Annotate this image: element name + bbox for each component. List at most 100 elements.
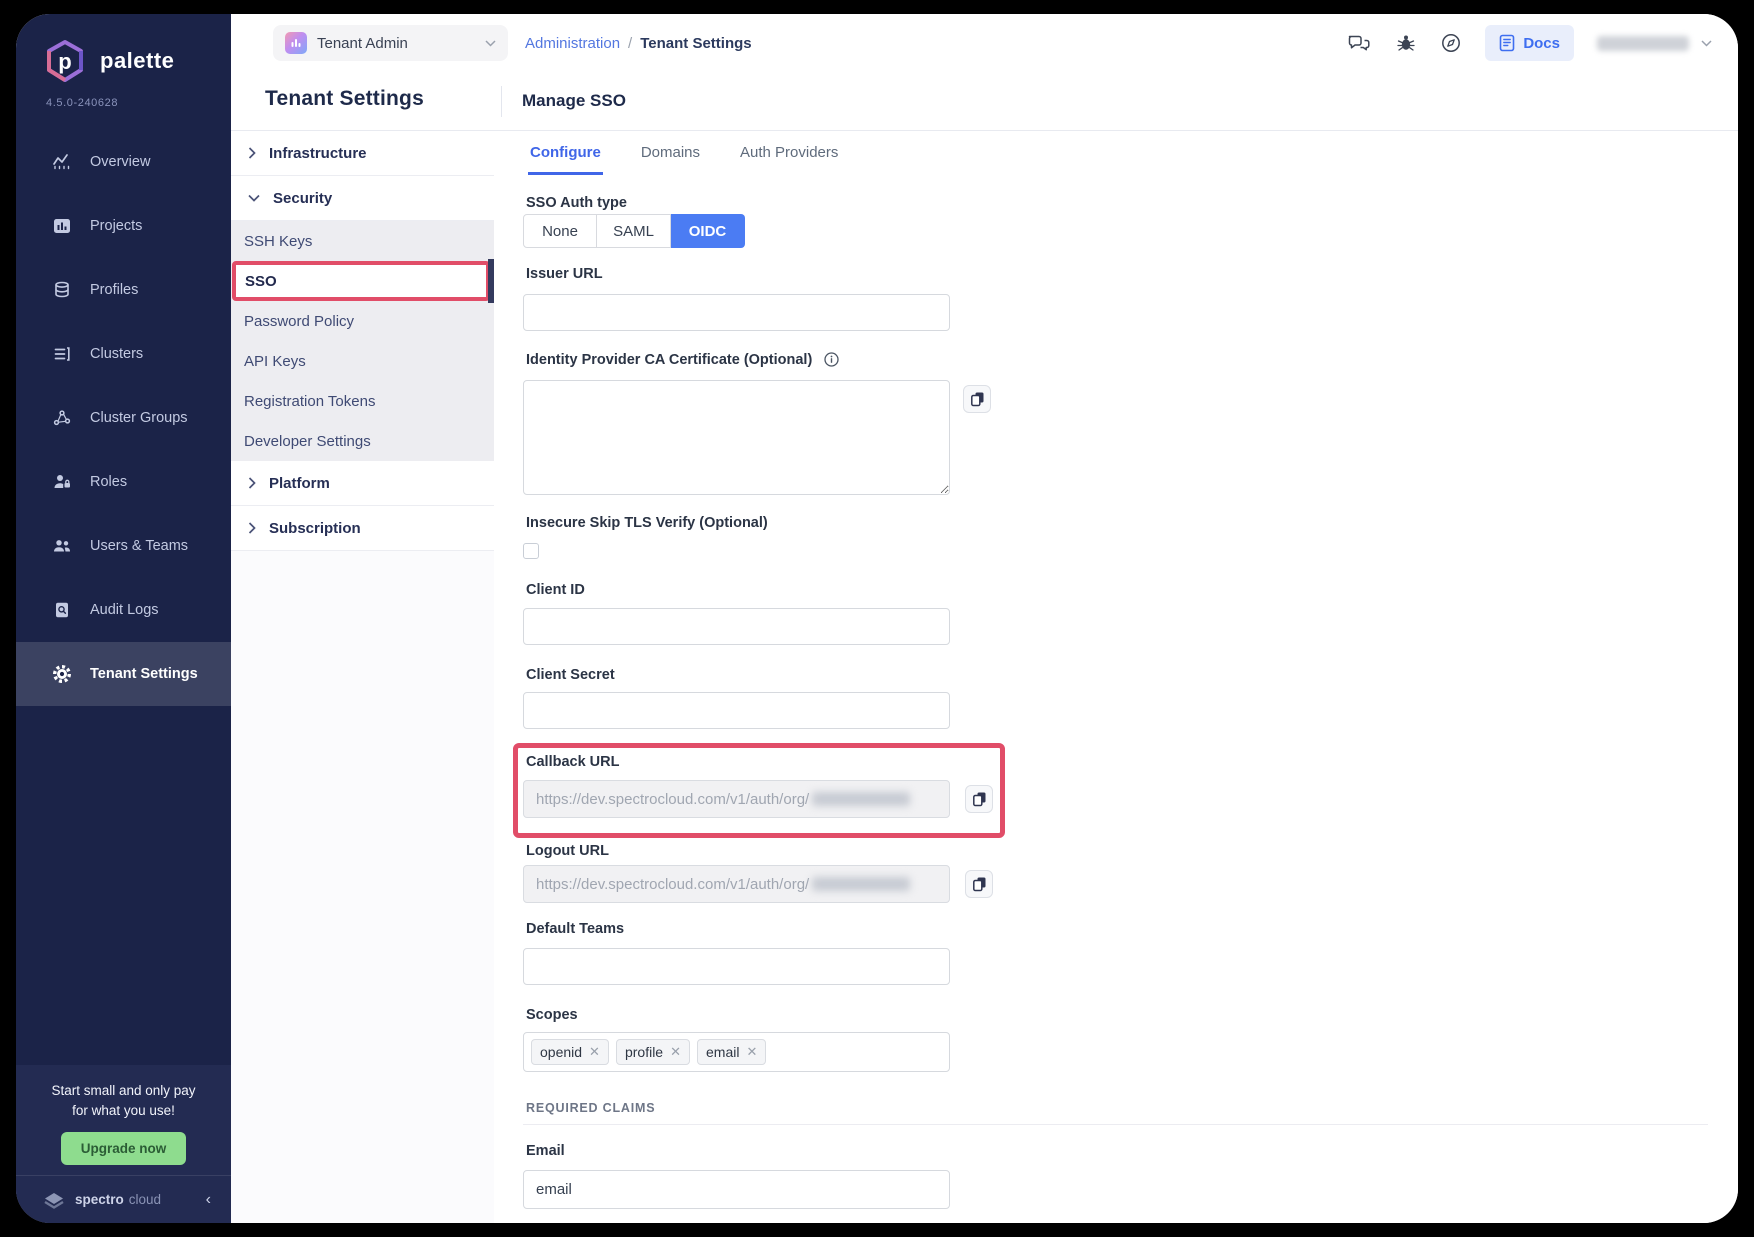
settings-group-label: Platform [269,475,330,492]
settings-item-label: Password Policy [244,313,354,330]
logout-url-label: Logout URL [526,843,609,859]
scope-tag-openid: openid✕ [531,1039,609,1065]
bar-chart-icon [52,216,72,236]
tab-domains[interactable]: Domains [639,131,702,175]
scopes-input[interactable]: openid✕ profile ✕ email✕ [523,1032,950,1072]
bug-report-icon[interactable] [1395,32,1417,54]
sidebar-item-profiles[interactable]: Profiles [16,258,231,322]
sidebar-item-cluster-groups[interactable]: Cluster Groups [16,386,231,450]
docs-button[interactable]: Docs [1485,25,1574,61]
auth-type-oidc-button[interactable]: OIDC [671,214,745,248]
chat-icon[interactable] [1348,32,1372,54]
copy-ca-certificate-button[interactable] [963,385,991,413]
topbar: Tenant Admin Administration / Tenant Set… [231,14,1738,72]
settings-item-label: Developer Settings [244,433,371,450]
scope-tag-email: email✕ [697,1039,766,1065]
scope-tag-label: profile [625,1044,663,1060]
list-icon [52,344,72,364]
settings-group-infrastructure[interactable]: Infrastructure [231,131,494,176]
line-chart-icon [52,152,72,172]
ca-certificate-textarea[interactable] [523,380,950,495]
sidebar-item-label: Profiles [90,282,138,298]
chevron-right-icon [248,477,256,489]
tab-auth-providers[interactable]: Auth Providers [738,131,840,175]
settings-item-password-policy[interactable]: Password Policy [231,301,494,341]
sidebar-item-tenant-settings[interactable]: Tenant Settings [16,642,231,706]
auth-type-none-button[interactable]: None [523,214,597,248]
logout-url-input: https://dev.spectrocloud.com/v1/auth/org… [523,865,950,903]
nodes-icon [52,408,72,428]
copy-logout-url-button[interactable] [965,870,993,898]
settings-group-label: Subscription [269,520,361,537]
client-secret-label: Client Secret [526,667,615,683]
doc-search-icon [52,600,72,620]
default-teams-input[interactable] [523,948,950,985]
settings-item-sso[interactable]: SSO [232,261,490,301]
remove-tag-icon[interactable]: ✕ [670,1044,681,1060]
scope-selector-label: Tenant Admin [317,35,408,52]
palette-logo-icon: p [42,38,88,84]
issuer-url-input[interactable] [523,294,950,331]
remove-tag-icon[interactable]: ✕ [746,1044,757,1060]
gear-icon [52,664,72,684]
settings-group-subscription[interactable]: Subscription [231,506,494,551]
sidebar-item-clusters[interactable]: Clusters [16,322,231,386]
sso-auth-type-label: SSO Auth type [526,195,627,211]
page-title: Tenant Settings [265,87,424,111]
settings-item-label: SSH Keys [244,233,312,250]
sidebar-item-users-teams[interactable]: Users & Teams [16,514,231,578]
compass-icon[interactable] [1440,32,1462,54]
client-id-input[interactable] [523,608,950,645]
manage-sso-panel: Configure Domains Auth Providers SSO Aut… [494,131,1738,1223]
email-claim-input[interactable] [523,1170,950,1209]
chevron-down-icon [248,194,260,202]
page-header: Tenant Settings Manage SSO [231,72,1738,131]
chevron-right-icon [248,522,256,534]
callback-url-placeholder: https://dev.spectrocloud.com/v1/auth/org… [536,791,809,808]
tenant-scope-icon [285,32,307,54]
sso-tabs: Configure Domains Auth Providers [528,131,840,175]
footer-brand-suffix: cloud [129,1192,161,1207]
sidebar-nav: Overview Projects Profiles Clusters Clus… [16,130,231,706]
sidebar-item-roles[interactable]: Roles [16,450,231,514]
people-icon [52,536,72,556]
settings-item-ssh-keys[interactable]: SSH Keys [231,221,494,261]
required-claims-heading: REQUIRED CLAIMS [526,1101,655,1115]
logout-url-redacted [812,877,910,891]
breadcrumb: Administration / Tenant Settings [525,35,752,52]
settings-item-developer-settings[interactable]: Developer Settings [231,421,494,461]
callback-url-input: https://dev.spectrocloud.com/v1/auth/org… [523,780,950,818]
auth-type-saml-button[interactable]: SAML [597,214,671,248]
chevron-down-icon [1701,40,1712,47]
settings-group-platform[interactable]: Platform [231,461,494,506]
copy-icon [970,391,985,407]
scope-selector[interactable]: Tenant Admin [273,25,508,61]
remove-tag-icon[interactable]: ✕ [589,1044,600,1060]
user-account-menu[interactable] [1597,36,1712,51]
docs-icon [1499,34,1515,52]
sso-auth-type-segmented: None SAML OIDC [523,214,745,248]
client-secret-input[interactable] [523,692,950,729]
sidebar-item-overview[interactable]: Overview [16,130,231,194]
app-window: p palette 4.5.0-240628 Overview Projects… [16,14,1738,1223]
copy-callback-url-button[interactable] [965,785,993,813]
settings-item-label: SSO [245,273,277,290]
section-divider [523,1124,1708,1125]
info-icon[interactable] [824,352,839,367]
upgrade-now-button[interactable]: Upgrade now [61,1132,187,1165]
tab-configure[interactable]: Configure [528,131,603,175]
breadcrumb-administration[interactable]: Administration [525,35,620,52]
settings-group-security[interactable]: Security [231,176,494,221]
sidebar-collapse-icon[interactable]: ‹ [206,1191,211,1209]
settings-nav: Infrastructure Security SSH Keys SSO Pas… [231,131,494,1223]
settings-item-registration-tokens[interactable]: Registration Tokens [231,381,494,421]
settings-group-label: Security [273,190,332,207]
svg-text:p: p [58,49,71,74]
sidebar-item-projects[interactable]: Projects [16,194,231,258]
skip-tls-checkbox[interactable] [523,543,539,559]
settings-item-api-keys[interactable]: API Keys [231,341,494,381]
chevron-right-icon [248,147,256,159]
sidebar-item-audit-logs[interactable]: Audit Logs [16,578,231,642]
issuer-url-label: Issuer URL [526,266,603,282]
skip-tls-label: Insecure Skip TLS Verify (Optional) [526,515,768,531]
